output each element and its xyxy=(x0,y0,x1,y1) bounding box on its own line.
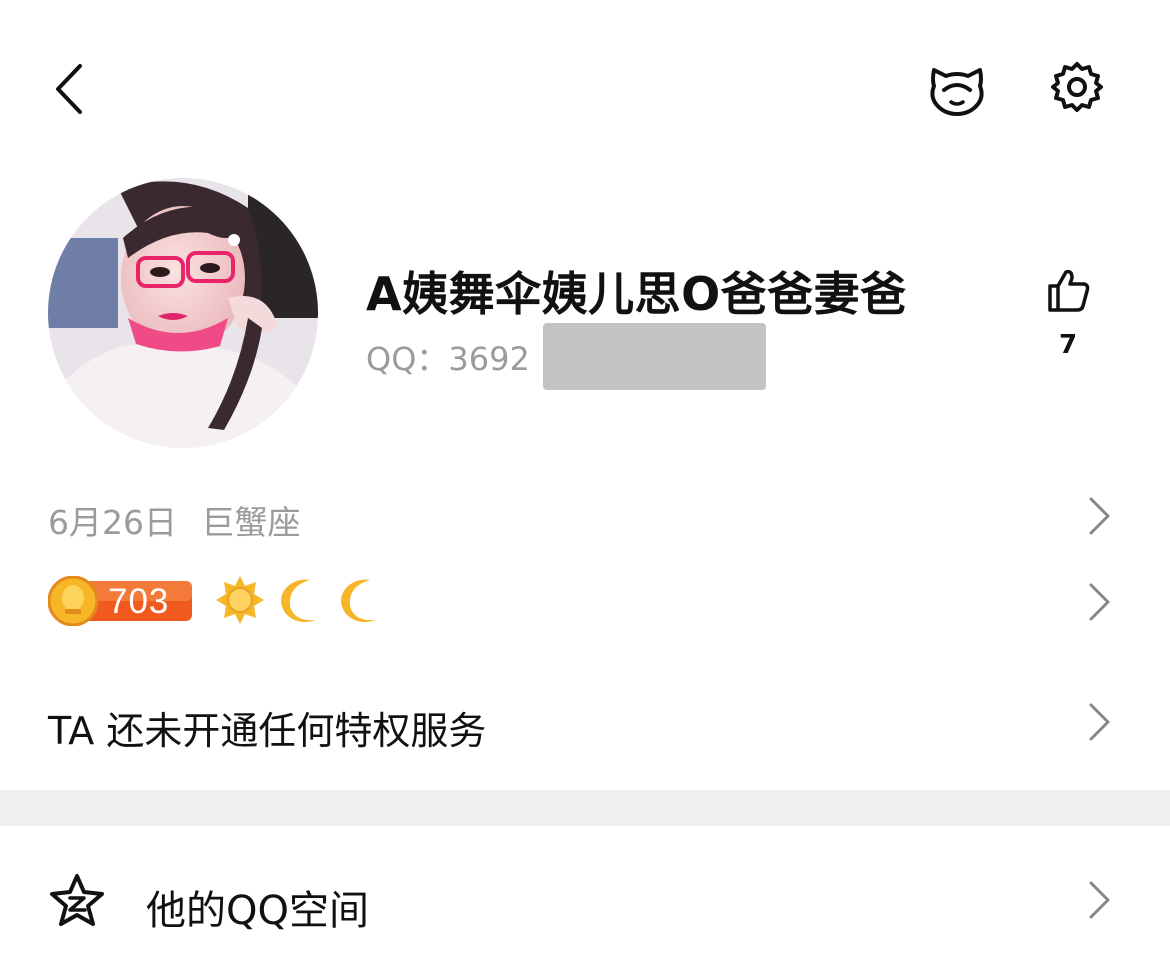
chevron-left-icon xyxy=(56,64,82,114)
level-number: 703 xyxy=(108,582,170,621)
constellation: 巨蟹座 xyxy=(201,503,301,542)
like-count: 7 xyxy=(1058,330,1078,360)
settings-button[interactable] xyxy=(1050,60,1104,114)
avatar-photo xyxy=(48,178,318,448)
qq-number: QQ：3692 xyxy=(366,340,530,378)
chevron-right-icon xyxy=(1089,583,1110,621)
privilege-row[interactable]: TA 还未开通任何特权服务 xyxy=(0,690,1170,754)
birthday-info: 6月26日 巨蟹座 xyxy=(48,496,301,544)
like-button[interactable] xyxy=(1044,266,1092,314)
qzone-star-icon xyxy=(50,874,104,926)
profile-page: A姨舞伞姨儿思O爸爸妻爸 QQ：3692 7 6月26日 巨蟹座 703 TA … xyxy=(0,0,1170,957)
chevron-right-icon xyxy=(1089,881,1110,919)
privilege-status: TA 还未开通任何特权服务 xyxy=(48,709,487,753)
pet-face-icon xyxy=(930,68,984,116)
qzone-row[interactable]: 他的QQ空间 xyxy=(0,866,1170,936)
thumbs-up-icon xyxy=(1048,269,1090,312)
birthday-row[interactable]: 6月26日 巨蟹座 xyxy=(0,486,1170,546)
qzone-label: 他的QQ空间 xyxy=(146,888,369,934)
avatar[interactable] xyxy=(48,178,318,448)
moon-icon xyxy=(341,579,376,622)
moon-icon xyxy=(281,579,316,622)
birthday-date: 6月26日 xyxy=(48,503,177,542)
chevron-right-icon xyxy=(1089,703,1110,741)
sun-icon xyxy=(216,576,264,624)
pet-button[interactable] xyxy=(926,60,988,118)
nickname: A姨舞伞姨儿思O爸爸妻爸 xyxy=(366,267,907,321)
chevron-right-icon xyxy=(1089,497,1110,535)
level-row[interactable]: 703 xyxy=(0,570,1170,632)
gear-icon xyxy=(1051,62,1103,112)
section-divider xyxy=(0,790,1170,826)
back-button[interactable] xyxy=(48,60,92,120)
qq-number-redaction xyxy=(543,323,766,390)
